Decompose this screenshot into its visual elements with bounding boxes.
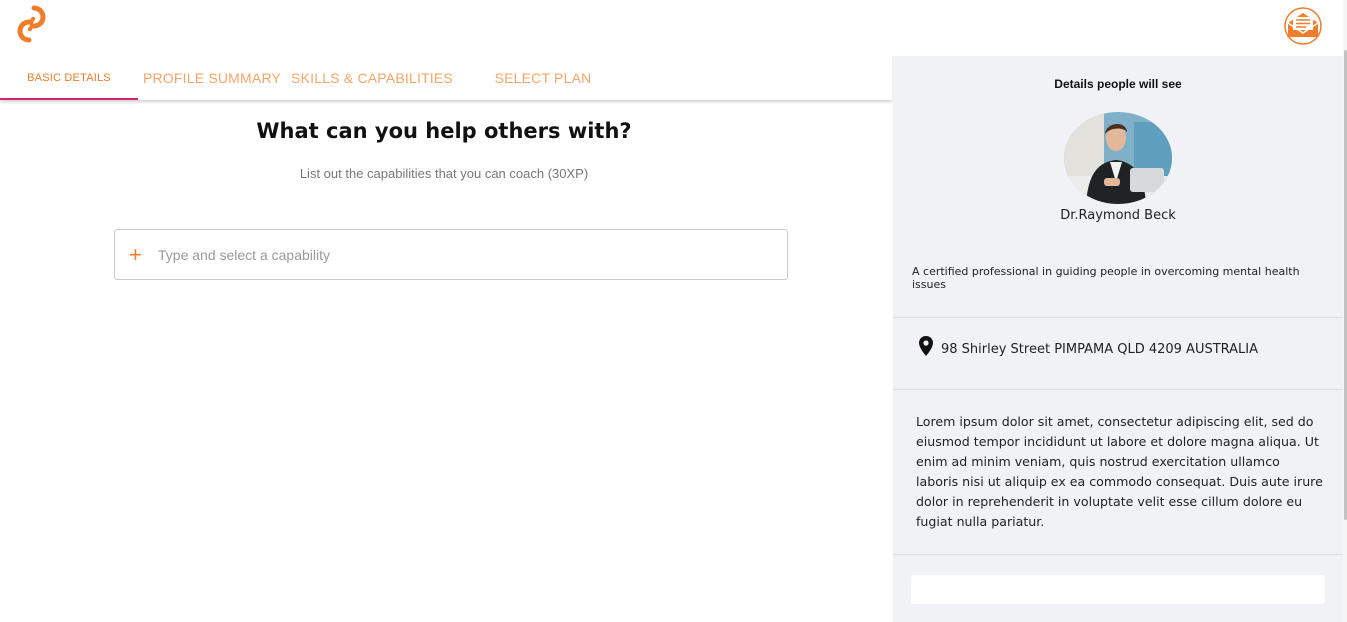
- capability-input[interactable]: [156, 245, 787, 264]
- avatar: [1064, 112, 1172, 204]
- tab-basic-details[interactable]: BASIC DETAILS: [0, 56, 138, 100]
- profile-preview-panel: Details people will see Dr.Raymond Beck …: [893, 56, 1343, 622]
- location-text: 98 Shirley Street PIMPAMA QLD 4209 AUSTR…: [941, 342, 1259, 357]
- tab-skills-capabilities[interactable]: SKILLS & CAPABILITIES: [286, 56, 458, 100]
- profile-name: Dr.Raymond Beck: [1060, 208, 1176, 223]
- page-subtitle: List out the capabilities that you can c…: [299, 166, 589, 181]
- plus-icon[interactable]: +: [129, 243, 147, 266]
- profile-location: 98 Shirley Street PIMPAMA QLD 4209 AUSTR…: [919, 335, 1259, 357]
- profile-bio: Lorem ipsum dolor sit amet, consectetur …: [916, 414, 1323, 529]
- step-tabs: BASIC DETAILS PROFILE SUMMARY SKILLS & C…: [0, 56, 892, 100]
- profile-tagline: A certified professional in guiding peop…: [912, 265, 1300, 291]
- divider: [893, 389, 1343, 390]
- preview-card: [911, 575, 1325, 604]
- main-content: What can you help others with? List out …: [0, 100, 892, 622]
- preview-heading: Details people will see: [1054, 77, 1182, 91]
- map-pin-icon: [919, 335, 933, 356]
- top-bar: [0, 0, 1347, 56]
- tab-profile-summary[interactable]: PROFILE SUMMARY: [138, 56, 286, 100]
- capability-field[interactable]: +: [114, 229, 788, 280]
- envelope-icon[interactable]: [1284, 7, 1322, 45]
- page-title: What can you help others with?: [256, 119, 632, 143]
- tab-select-plan[interactable]: SELECT PLAN: [458, 56, 628, 100]
- link-logo-icon[interactable]: [14, 4, 50, 44]
- divider: [893, 554, 1343, 555]
- divider: [893, 317, 1343, 318]
